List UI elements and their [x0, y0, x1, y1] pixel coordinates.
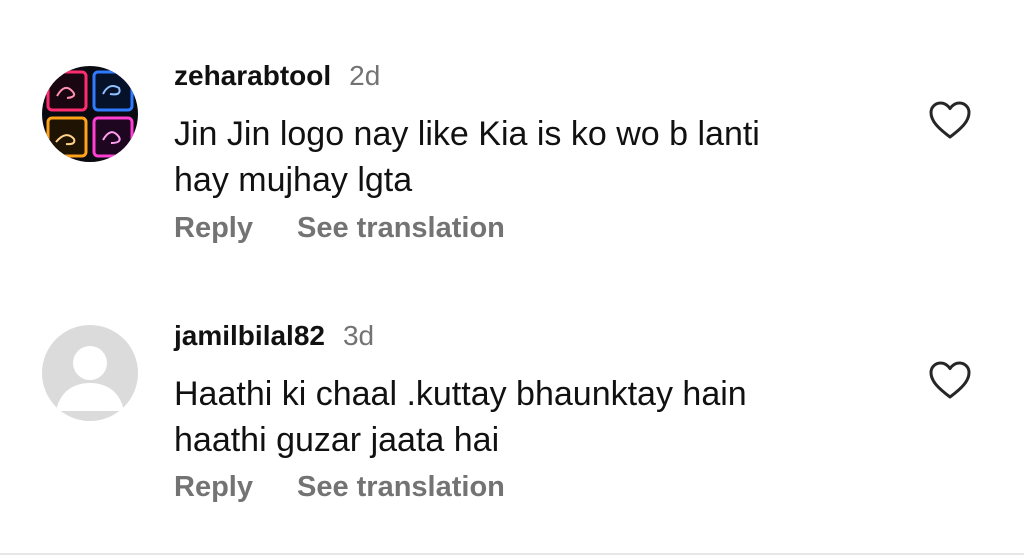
comment-header: zeharabtool 2d	[174, 60, 380, 92]
heart-outline-icon	[929, 361, 971, 399]
like-button[interactable]	[928, 360, 972, 400]
see-translation-button[interactable]: See translation	[297, 471, 505, 504]
like-button[interactable]	[928, 100, 972, 140]
heart-outline-icon	[929, 101, 971, 139]
avatar[interactable]	[42, 325, 138, 421]
default-profile-avatar-icon	[42, 325, 138, 421]
reply-button[interactable]: Reply	[174, 471, 253, 504]
comment-header: jamilbilal82 3d	[174, 320, 374, 352]
divider	[0, 553, 1024, 555]
comment-text: Jin Jin logo nay like Kia is ko wo b lan…	[174, 115, 760, 199]
comment-age: 3d	[342, 320, 375, 351]
comment-item: jamilbilal82 3d Haathi ki chaal .kuttay …	[0, 270, 1024, 550]
comment-text: Haathi ki chaal .kuttay bhaunktay hain h…	[174, 375, 747, 459]
comment-age: 2d	[349, 60, 381, 91]
comment-actions: Reply See translation	[174, 471, 505, 504]
reply-button[interactable]: Reply	[174, 212, 253, 245]
username[interactable]: zeharabtool	[174, 60, 331, 92]
see-translation-button[interactable]: See translation	[297, 212, 505, 245]
comment-item: zeharabtool 2d Jin Jin logo nay like Kia…	[0, 0, 1024, 270]
avatar[interactable]	[42, 66, 138, 162]
neon-calligraphy-avatar-icon	[42, 66, 138, 162]
username[interactable]: jamilbilal82	[174, 320, 325, 352]
comment-actions: Reply See translation	[174, 212, 505, 245]
